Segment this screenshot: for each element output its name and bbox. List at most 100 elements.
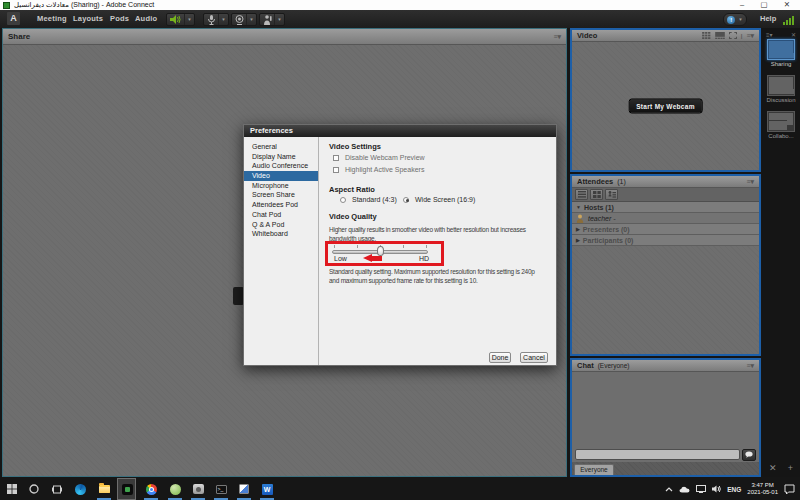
adobe-connect-app-icon bbox=[3, 2, 10, 9]
share-pod-menu-icon[interactable]: ≡▾ bbox=[553, 33, 561, 41]
volume-icon[interactable] bbox=[712, 485, 721, 493]
terminal-icon[interactable]: >_ bbox=[213, 481, 229, 497]
hosts-collapse-arrow[interactable]: ▼ bbox=[576, 204, 581, 210]
nav-whiteboard[interactable]: Whiteboard bbox=[244, 229, 318, 239]
chat-send-button[interactable] bbox=[742, 449, 756, 461]
menu-layouts[interactable]: Layouts bbox=[73, 10, 103, 28]
adobe-connect-taskbar-active[interactable] bbox=[117, 478, 136, 500]
nav-qa-pod[interactable]: Q & A Pod bbox=[244, 220, 318, 230]
microphone-button[interactable]: ▼ bbox=[203, 13, 229, 26]
attendees-pod-menu-icon[interactable]: ≡▾ bbox=[746, 178, 754, 186]
nav-screen-share[interactable]: Screen Share bbox=[244, 190, 318, 200]
nav-microphone[interactable]: Microphone bbox=[244, 181, 318, 191]
minimize-button[interactable]: – bbox=[736, 0, 748, 10]
presenters-group-label: Presenters (0) bbox=[583, 226, 630, 233]
layout-thumb-collaboration[interactable] bbox=[767, 111, 795, 132]
speaker-button[interactable]: ▼ bbox=[166, 13, 195, 26]
layout-label-collaboration[interactable]: Collabo... bbox=[762, 133, 800, 139]
menu-pods[interactable]: Pods bbox=[110, 10, 129, 28]
green-app-icon[interactable] bbox=[167, 481, 183, 497]
blue-book-icon[interactable] bbox=[236, 481, 252, 497]
attendees-presenters-group[interactable]: ▶ Presenters (0) bbox=[572, 224, 759, 235]
standard-ratio-radio[interactable] bbox=[340, 197, 346, 203]
widescreen-ratio-radio[interactable] bbox=[403, 197, 409, 203]
participants-group-label: Participants (0) bbox=[583, 237, 634, 244]
raise-hand-dropdown-arrow[interactable]: ▼ bbox=[275, 17, 284, 22]
word-icon[interactable]: W bbox=[259, 481, 275, 497]
menubar: A Meeting Layouts Pods Audio ▼ ▼ ▼ ▼ ! ▼… bbox=[0, 10, 800, 28]
window-title: معادلات ديفرانسيل (Sharing) - Adobe Conn… bbox=[14, 0, 154, 10]
nav-display-name[interactable]: Display Name bbox=[244, 152, 318, 162]
video-pod-body: Start My Webcam bbox=[572, 42, 759, 170]
layout-label-discussion[interactable]: Discussion bbox=[762, 97, 800, 103]
chat-input[interactable] bbox=[575, 449, 740, 460]
speaker-icon bbox=[167, 14, 185, 25]
webcam-dropdown-arrow[interactable]: ▼ bbox=[247, 17, 256, 22]
presenters-collapse-arrow[interactable]: ▶ bbox=[576, 226, 580, 232]
menu-meeting[interactable]: Meeting bbox=[37, 10, 67, 28]
layouts-add-icon[interactable]: + bbox=[788, 463, 793, 473]
language-indicator[interactable]: ENG bbox=[727, 486, 741, 493]
layouts-delete-icon[interactable]: ✕ bbox=[769, 463, 777, 473]
video-pod-header: Video | ≡▾ bbox=[572, 30, 759, 42]
tray-expand-icon[interactable] bbox=[665, 487, 673, 492]
nav-video[interactable]: Video bbox=[244, 171, 318, 181]
onedrive-icon[interactable] bbox=[679, 486, 690, 493]
attendee-grid-view-icon[interactable] bbox=[590, 189, 603, 200]
layout-thumb-discussion[interactable] bbox=[767, 75, 795, 96]
start-button[interactable] bbox=[4, 481, 20, 497]
raise-hand-button[interactable]: ▼ bbox=[259, 13, 285, 26]
expand-icon[interactable] bbox=[729, 32, 737, 39]
attendee-list-view-icon[interactable] bbox=[575, 189, 588, 200]
nav-audio-conference[interactable]: Audio Conference bbox=[244, 161, 318, 171]
video-pod: Video | ≡▾ Start My Webcam bbox=[570, 28, 761, 172]
info-dropdown-arrow: ▼ bbox=[738, 17, 742, 22]
gray-app-icon[interactable] bbox=[190, 481, 206, 497]
adobe-logo[interactable]: A bbox=[7, 12, 20, 25]
chrome-icon[interactable] bbox=[143, 481, 159, 497]
edge-icon[interactable] bbox=[72, 481, 88, 497]
task-view-icon[interactable] bbox=[49, 481, 65, 497]
webcam-button[interactable]: ▼ bbox=[231, 13, 257, 26]
network-icon[interactable] bbox=[696, 485, 706, 493]
nav-general[interactable]: General bbox=[244, 142, 318, 152]
cancel-button[interactable]: Cancel bbox=[520, 352, 548, 363]
speaker-dropdown-arrow[interactable]: ▼ bbox=[185, 17, 194, 22]
highlight-speakers-row: Highlight Active Speakers bbox=[333, 166, 424, 173]
attendee-row-teacher[interactable]: teacher - bbox=[572, 213, 759, 224]
layout-label-sharing[interactable]: Sharing bbox=[762, 61, 800, 67]
file-explorer-icon[interactable] bbox=[96, 481, 112, 497]
preferences-dialog-title[interactable]: Preferences bbox=[244, 125, 556, 137]
menu-audio[interactable]: Audio bbox=[135, 10, 157, 28]
nav-chat-pod[interactable]: Chat Pod bbox=[244, 210, 318, 220]
chat-pod-menu-icon[interactable]: ≡▾ bbox=[746, 362, 754, 370]
help-menu[interactable]: Help bbox=[760, 10, 776, 28]
layouts-menu-icon[interactable]: ≡▾ bbox=[766, 31, 773, 38]
connection-status-button[interactable]: ! ▼ bbox=[723, 13, 747, 26]
widescreen-ratio-row: Wide Screen (16:9) bbox=[403, 196, 475, 203]
attendee-status-view-icon[interactable] bbox=[605, 189, 618, 200]
attendees-hosts-group[interactable]: ▼ Hosts (1) bbox=[572, 202, 759, 213]
windows-taskbar: >_ W ENG 3:47 PM 2021-05-01 bbox=[0, 478, 800, 500]
chat-tab-everyone[interactable]: Everyone bbox=[574, 464, 614, 475]
maximize-button[interactable]: ▢ bbox=[758, 0, 770, 10]
disable-webcam-checkbox[interactable] bbox=[333, 155, 339, 161]
close-button[interactable]: ✕ bbox=[781, 0, 793, 10]
taskbar-clock[interactable]: 3:47 PM 2021-05-01 bbox=[747, 482, 778, 496]
highlight-speakers-checkbox[interactable] bbox=[333, 167, 339, 173]
done-button[interactable]: Done bbox=[489, 352, 511, 363]
action-center-icon[interactable] bbox=[784, 484, 795, 494]
microphone-dropdown-arrow[interactable]: ▼ bbox=[219, 17, 228, 22]
search-icon[interactable] bbox=[26, 481, 42, 497]
attendees-pod-title: Attendees bbox=[577, 177, 613, 186]
grid-view-icon[interactable] bbox=[702, 32, 711, 39]
nav-attendees-pod[interactable]: Attendees Pod bbox=[244, 200, 318, 210]
start-webcam-button[interactable]: Start My Webcam bbox=[628, 99, 703, 114]
attendees-participants-group[interactable]: ▶ Participants (0) bbox=[572, 235, 759, 246]
attendees-pod: Attendees (1) ≡▾ ▼ Hosts (1) teacher - ▶… bbox=[570, 174, 761, 356]
layout-thumb-sharing[interactable] bbox=[767, 39, 795, 60]
participants-collapse-arrow[interactable]: ▶ bbox=[576, 237, 580, 243]
filmstrip-view-icon[interactable] bbox=[715, 32, 725, 39]
video-pod-menu-icon[interactable]: ≡▾ bbox=[746, 32, 754, 40]
layouts-close-icon[interactable]: ✕ bbox=[791, 31, 796, 38]
